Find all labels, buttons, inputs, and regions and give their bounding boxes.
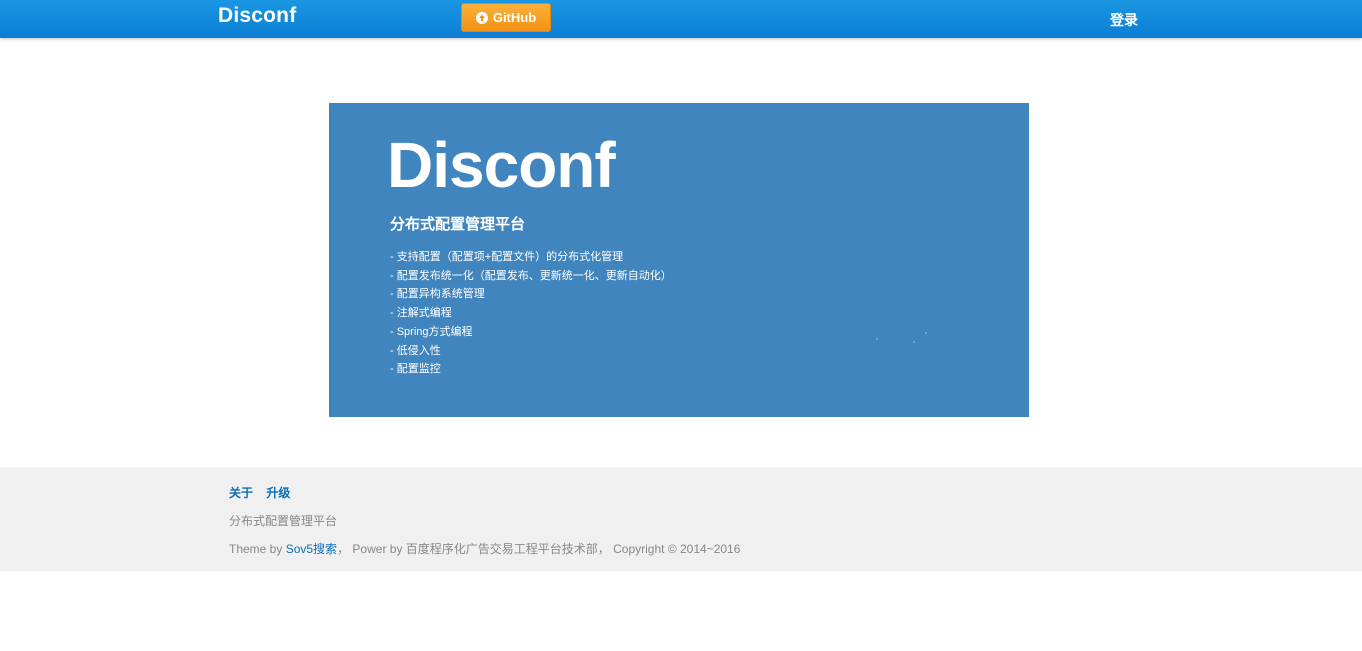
- decorative-dot: [925, 332, 927, 334]
- feature-item: - 注解式编程: [390, 307, 452, 320]
- footer-links: 关于 升级: [229, 484, 300, 501]
- github-button[interactable]: GitHub: [461, 3, 551, 32]
- github-button-label: GitHub: [492, 10, 537, 25]
- brand-logo-link[interactable]: Disconf: [218, 4, 296, 28]
- footer-link-upgrade[interactable]: 升级: [266, 486, 290, 500]
- decorative-dot: [876, 338, 878, 340]
- footer-description: 分布式配置管理平台: [229, 514, 338, 528]
- footer-link-about[interactable]: 关于: [229, 486, 253, 500]
- credit-separator: ，: [337, 542, 350, 556]
- top-navbar: Disconf GitHub 登录: [0, 0, 1362, 38]
- feature-item: - 配置异构系统管理: [390, 288, 485, 301]
- footer-credit: Theme by Sov5搜索， Power by 百度程序化广告交易工程平台技…: [229, 540, 740, 557]
- feature-item: - Spring方式编程: [390, 325, 473, 338]
- banner-subtitle: 分布式配置管理平台: [390, 216, 526, 233]
- arrow-up-circle-icon: [475, 11, 488, 24]
- banner-title: Disconf: [387, 129, 616, 201]
- login-link[interactable]: 登录: [1110, 10, 1138, 30]
- feature-list: - 支持配置（配置项+配置文件）的分布式化管理 - 配置发布统一化（配置发布、更…: [390, 248, 672, 379]
- copyright-text: Copyright © 2014~2016: [613, 542, 741, 556]
- feature-item: - 低侵入性: [390, 344, 441, 357]
- theme-prefix: Theme by: [229, 542, 283, 556]
- theme-link[interactable]: Sov5搜索: [286, 542, 337, 556]
- feature-item: - 配置监控: [390, 363, 441, 376]
- feature-item: - 支持配置（配置项+配置文件）的分布式化管理: [390, 251, 624, 263]
- decorative-dot: [913, 341, 915, 343]
- power-by-text: Power by 百度程序化广告交易工程平台技术部，: [352, 542, 610, 556]
- feature-item: - 配置发布统一化（配置发布、更新统一化、更新自动化）: [390, 269, 672, 282]
- page-footer: 关于 升级 分布式配置管理平台 Theme by Sov5搜索， Power b…: [0, 467, 1362, 571]
- hero-banner: Disconf 分布式配置管理平台 - 支持配置（配置项+配置文件）的分布式化管…: [329, 103, 1029, 417]
